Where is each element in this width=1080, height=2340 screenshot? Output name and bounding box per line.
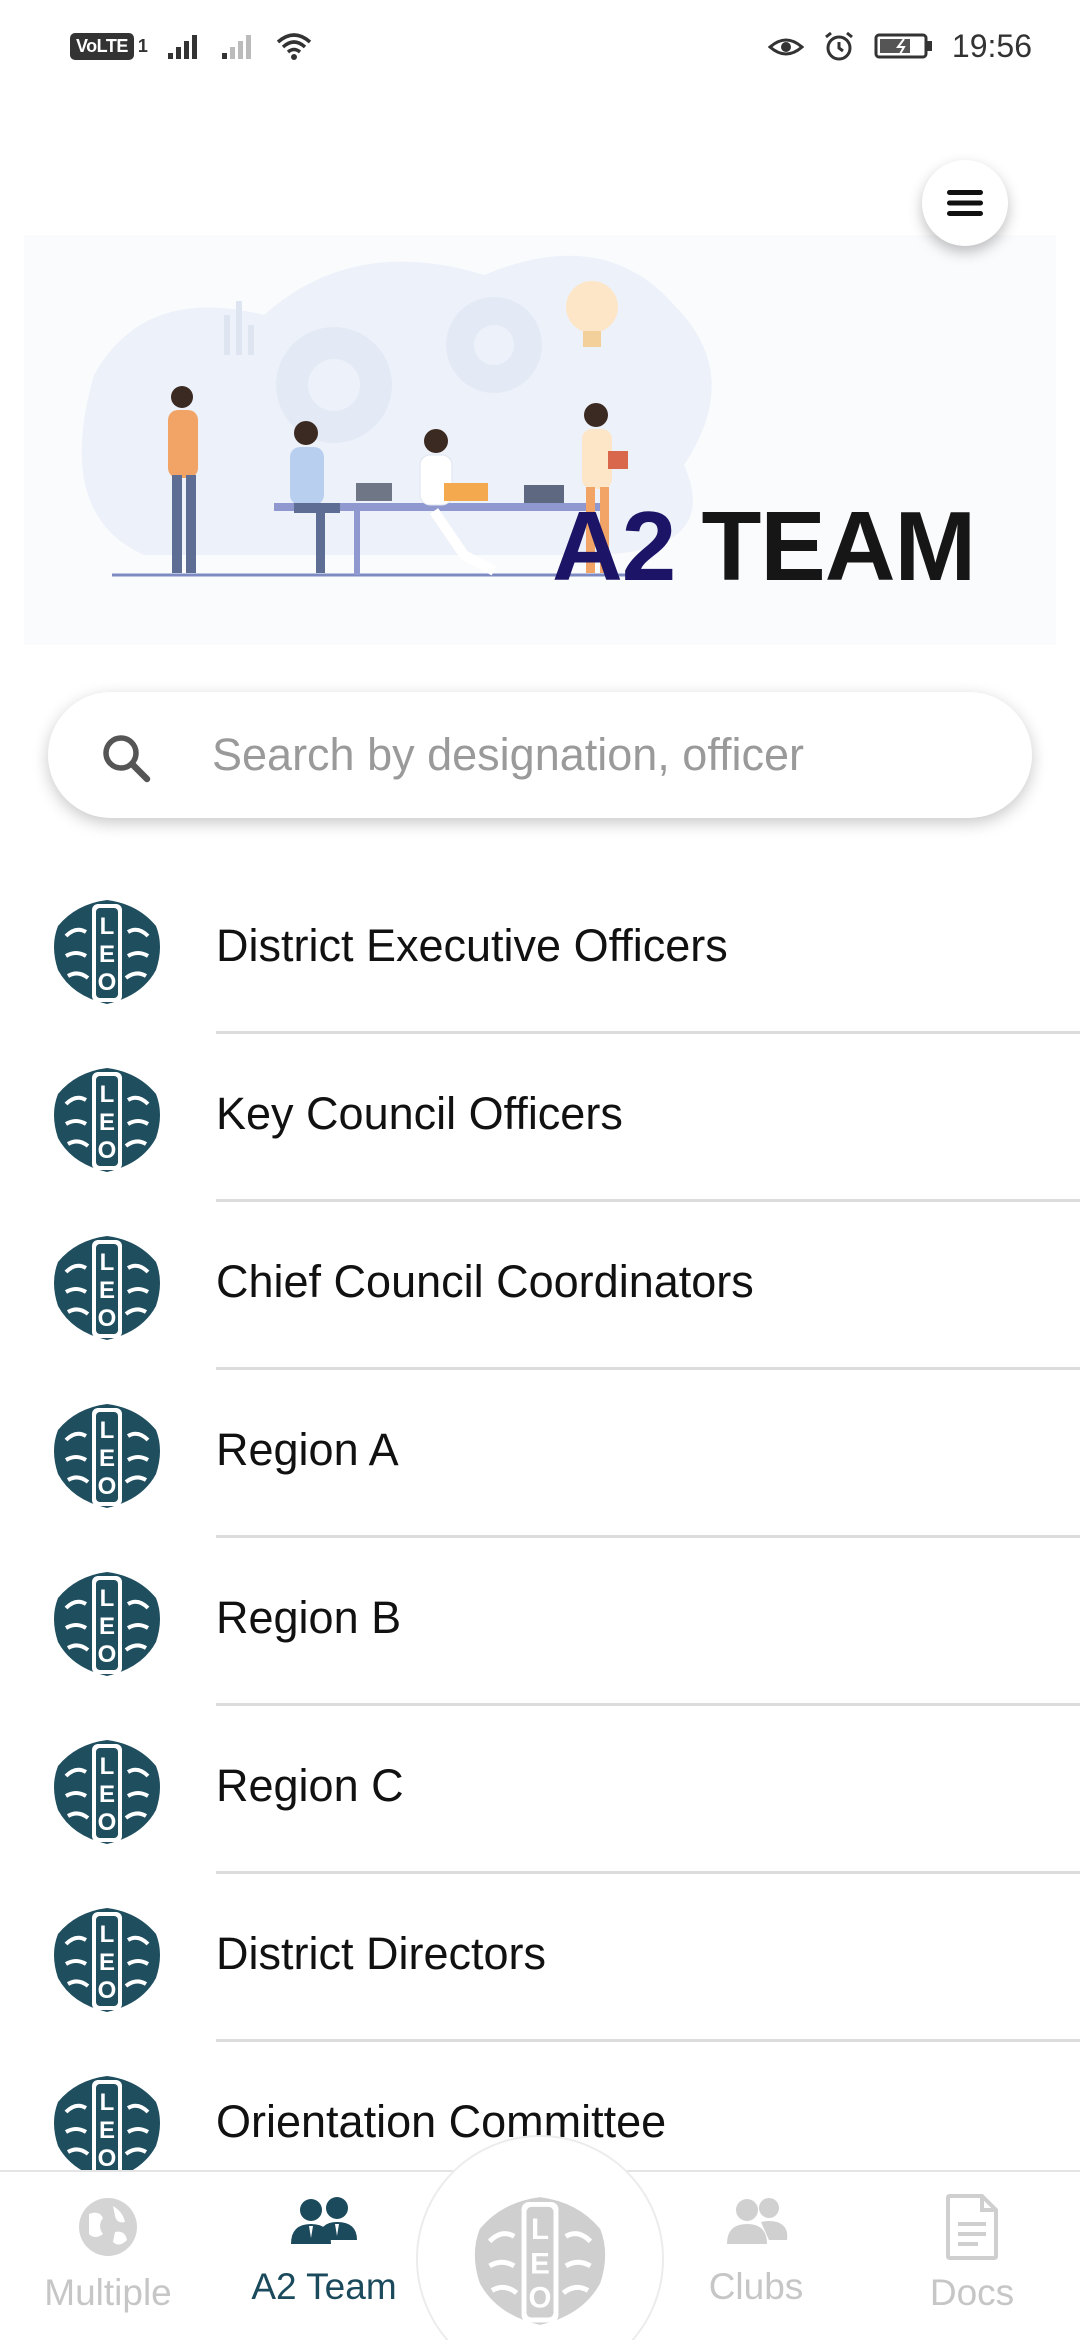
list-item-district-executive-officers[interactable]: L E O District Executive Officers xyxy=(0,866,1080,1034)
svg-text:E: E xyxy=(99,1781,115,1808)
list-item-label: Orientation Committee xyxy=(216,2096,667,2147)
svg-text:E: E xyxy=(99,1109,115,1136)
list-item-region-b[interactable]: L E O Region B xyxy=(0,1538,1080,1706)
signal-weak-icon xyxy=(221,35,251,59)
svg-text:L: L xyxy=(531,2213,549,2246)
leo-logo-icon: L E O xyxy=(54,1908,160,2012)
nav-label: Docs xyxy=(929,2272,1015,2313)
leo-logo-icon: L E O xyxy=(54,1068,160,1172)
app-screen: VoLTE 1 19:56 A2 TEAM Search by designat… xyxy=(0,0,1080,2340)
alarm-icon xyxy=(824,31,853,61)
list-item-label: Key Council Officers xyxy=(216,1088,623,1139)
list-item-region-a[interactable]: L E O Region A xyxy=(0,1370,1080,1538)
category-list: L E O District Executive Officers L E O … xyxy=(0,866,1080,2210)
status-time: 19:56 xyxy=(951,27,1032,64)
leo-logo-icon: L E O xyxy=(54,1404,160,1508)
list-item-label: Chief Council Coordinators xyxy=(216,1256,754,1307)
nav-clubs[interactable]: Clubs xyxy=(648,2194,864,2334)
status-bar: VoLTE 1 19:56 xyxy=(0,0,1080,92)
svg-text:O: O xyxy=(98,1809,117,1836)
svg-text:L: L xyxy=(100,2089,115,2116)
svg-text:E: E xyxy=(99,1949,115,1976)
leo-logo-icon: L E O xyxy=(54,1740,160,1844)
svg-text:O: O xyxy=(98,969,117,996)
svg-text:O: O xyxy=(98,1305,117,1332)
svg-text:E: E xyxy=(99,1445,115,1472)
svg-text:E: E xyxy=(99,941,115,968)
svg-text:E: E xyxy=(530,2247,550,2280)
svg-text:L: L xyxy=(100,1585,115,1612)
hero-title-team: TEAM xyxy=(701,491,977,601)
leo-logo-icon: L E O xyxy=(54,2076,160,2180)
hero-title-a2: A2 xyxy=(552,491,676,601)
svg-text:L: L xyxy=(100,1081,115,1108)
svg-text:E: E xyxy=(99,2117,115,2144)
svg-text:O: O xyxy=(98,1137,117,1164)
leo-logo-icon: L E O xyxy=(474,2197,606,2325)
list-item-label: Region C xyxy=(216,1760,404,1811)
team-icon xyxy=(291,2197,357,2244)
status-right: 19:56 xyxy=(767,27,1032,65)
search-input[interactable] xyxy=(212,720,992,790)
hero-title: A2 TEAM xyxy=(552,490,977,603)
svg-text:L: L xyxy=(100,1921,115,1948)
svg-text:L: L xyxy=(100,1753,115,1780)
list-item-label: District Directors xyxy=(216,1928,547,1979)
search-icon xyxy=(103,735,151,783)
svg-text:L: L xyxy=(100,1417,115,1444)
list-item-key-council-officers[interactable]: L E O Key Council Officers xyxy=(0,1034,1080,1202)
svg-text:O: O xyxy=(529,2282,552,2315)
sim-slot-number: 1 xyxy=(137,35,148,56)
nav-multiple[interactable]: Multiple xyxy=(0,2194,216,2334)
list-item-district-directors[interactable]: L E O District Directors xyxy=(0,1874,1080,2042)
leo-logo-icon: L E O xyxy=(54,900,160,1004)
leo-logo-icon: L E O xyxy=(54,1236,160,1340)
svg-text:O: O xyxy=(98,2145,117,2172)
svg-text:O: O xyxy=(98,1641,117,1668)
svg-text:L: L xyxy=(100,913,115,940)
svg-text:E: E xyxy=(99,1277,115,1304)
list-item-label: Region B xyxy=(216,1592,402,1643)
leo-logo-icon: L E O xyxy=(54,1572,160,1676)
clubs-icon xyxy=(727,2198,788,2244)
svg-text:O: O xyxy=(98,1977,117,2004)
hamburger-menu-icon xyxy=(947,190,983,216)
svg-text:O: O xyxy=(98,1473,117,1500)
svg-text:L: L xyxy=(100,1249,115,1276)
nav-label: A2 Team xyxy=(251,2266,397,2307)
eye-comfort-icon xyxy=(767,38,804,56)
signal-icon xyxy=(167,35,197,59)
globe-icon xyxy=(79,2198,137,2256)
nav-label: Multiple xyxy=(44,2272,172,2313)
nav-a2-team[interactable]: A2 Team xyxy=(216,2194,432,2334)
status-left: VoLTE 1 xyxy=(70,30,314,62)
list-item-chief-council-coordinators[interactable]: L E O Chief Council Coordinators xyxy=(0,1202,1080,1370)
list-item-label: District Executive Officers xyxy=(216,920,728,971)
search-bar[interactable] xyxy=(48,692,1032,818)
svg-text:E: E xyxy=(99,1613,115,1640)
battery-charging-icon xyxy=(874,33,932,59)
wifi-icon xyxy=(276,33,311,60)
docs-icon xyxy=(946,2194,998,2260)
volte-badge: VoLTE xyxy=(70,32,134,60)
nav-docs[interactable]: Docs xyxy=(864,2194,1080,2334)
list-item-region-c[interactable]: L E O Region C xyxy=(0,1706,1080,1874)
menu-button[interactable] xyxy=(922,160,1008,246)
list-item-label: Region A xyxy=(216,1424,399,1475)
nav-label: Clubs xyxy=(708,2266,804,2307)
